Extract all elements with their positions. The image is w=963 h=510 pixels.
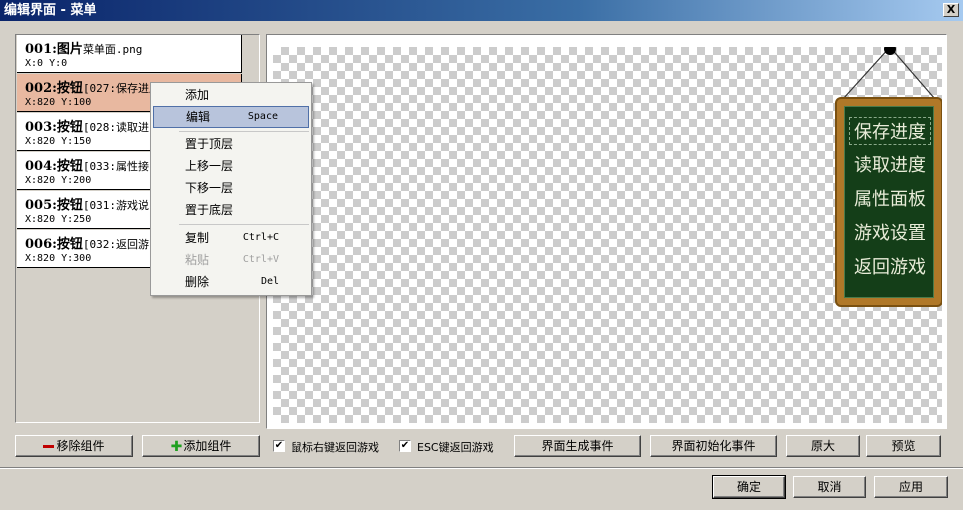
- item-detail: [032:返回游: [82, 238, 150, 251]
- preview-canvas[interactable]: 保存进度 读取进度 属性面板 游戏设置 返回游戏: [273, 47, 942, 423]
- menu-separator: [179, 224, 309, 225]
- close-icon: X: [946, 3, 956, 16]
- menu-option-status[interactable]: 属性面板: [845, 185, 935, 211]
- right-click-return-checkbox[interactable]: ✔: [273, 440, 285, 452]
- original-size-button[interactable]: 原大: [786, 435, 860, 457]
- menu-item-label: 下移一层: [185, 181, 234, 195]
- item-coords: X:0 Y:0: [25, 58, 68, 69]
- item-detail: [033:属性接: [82, 160, 150, 173]
- item-title: 003:按钮: [25, 120, 83, 135]
- menu-option-settings[interactable]: 游戏设置: [845, 219, 935, 245]
- item-detail: 菜单面.png: [82, 43, 143, 56]
- item-title: 006:按钮: [25, 237, 83, 252]
- window-title: 编辑界面 - 菜单: [4, 3, 97, 18]
- menu-item-label: 粘贴: [185, 253, 210, 267]
- item-title: 002:按钮: [25, 81, 83, 96]
- menu-item-delete[interactable]: 删除 Del: [153, 271, 309, 293]
- menu-option-return[interactable]: 返回游戏: [845, 253, 935, 279]
- item-title: 004:按钮: [25, 159, 83, 174]
- context-menu: 添加 编辑 Space 置于顶层 上移一层 下移一层 置于底层 复制 Ctrl+C …: [150, 82, 312, 296]
- menu-option-load[interactable]: 读取进度: [845, 151, 935, 177]
- menu-item-shortcut: Del: [260, 276, 279, 287]
- divider: [0, 467, 963, 469]
- menu-item-label: 复制: [185, 231, 210, 245]
- menu-board: 保存进度 读取进度 属性面板 游戏设置 返回游戏: [835, 97, 942, 307]
- menu-item-label: 删除: [185, 275, 210, 289]
- menu-item-copy[interactable]: 复制 Ctrl+C: [153, 227, 309, 249]
- menu-item-label: 置于顶层: [185, 137, 234, 151]
- menu-option-save[interactable]: 保存进度: [849, 117, 931, 145]
- menu-item-label: 添加: [185, 88, 210, 102]
- list-item[interactable]: 001:图片菜单面.png X:0 Y:0: [17, 35, 242, 73]
- menu-board-face: 保存进度 读取进度 属性面板 游戏设置 返回游戏: [844, 106, 934, 298]
- generate-event-button[interactable]: 界面生成事件: [514, 435, 641, 457]
- right-click-return-label: 鼠标右键返回游戏: [291, 441, 379, 454]
- item-title: 005:按钮: [25, 198, 83, 213]
- menu-item-label: 上移一层: [185, 159, 234, 173]
- item-title: 001:图片: [25, 42, 83, 57]
- esc-return-checkbox[interactable]: ✔: [399, 440, 411, 452]
- close-button[interactable]: X: [943, 3, 959, 17]
- menu-item-add[interactable]: 添加: [153, 84, 309, 106]
- esc-return-label: ESC键返回游戏: [417, 441, 494, 454]
- menu-item-send-to-back[interactable]: 置于底层: [153, 199, 309, 221]
- menu-item-shortcut: Space: [247, 111, 278, 122]
- plus-icon: ✚: [170, 438, 183, 455]
- menu-board-graphic[interactable]: 保存进度 读取进度 属性面板 游戏设置 返回游戏: [835, 47, 942, 309]
- menu-item-bring-to-front[interactable]: 置于顶层: [153, 133, 309, 155]
- ok-button[interactable]: 确定: [712, 475, 786, 499]
- menu-item-move-down[interactable]: 下移一层: [153, 177, 309, 199]
- window-title-bar: 编辑界面 - 菜单 X: [0, 0, 963, 21]
- menu-item-shortcut: Ctrl+V: [242, 254, 279, 265]
- init-event-button[interactable]: 界面初始化事件: [650, 435, 777, 457]
- add-component-button[interactable]: ✚添加组件: [142, 435, 260, 457]
- button-label: 移除组件: [56, 439, 105, 453]
- button-label: 添加组件: [183, 439, 232, 453]
- apply-button[interactable]: 应用: [874, 476, 948, 498]
- menu-item-move-up[interactable]: 上移一层: [153, 155, 309, 177]
- menu-separator: [179, 131, 309, 132]
- menu-item-label: 编辑: [186, 110, 211, 124]
- preview-panel: 保存进度 读取进度 属性面板 游戏设置 返回游戏: [266, 34, 947, 429]
- minus-icon: [43, 445, 55, 448]
- item-detail: [031:游戏说: [82, 199, 150, 212]
- preview-button[interactable]: 预览: [866, 435, 941, 457]
- menu-item-paste: 粘贴 Ctrl+V: [153, 249, 309, 271]
- cancel-button[interactable]: 取消: [793, 476, 866, 498]
- menu-item-shortcut: Ctrl+C: [242, 232, 279, 243]
- menu-item-edit[interactable]: 编辑 Space: [153, 106, 309, 128]
- item-detail: [028:读取进: [82, 121, 150, 134]
- menu-item-label: 置于底层: [185, 203, 234, 217]
- remove-component-button[interactable]: 移除组件: [15, 435, 133, 457]
